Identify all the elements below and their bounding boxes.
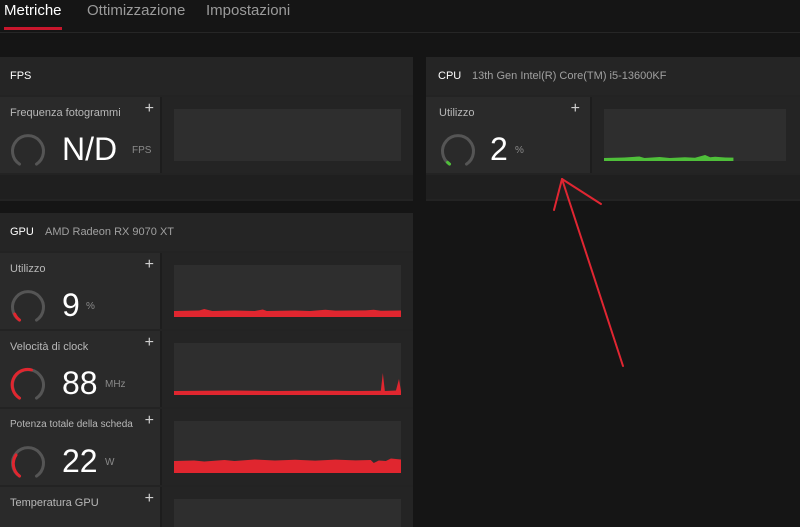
gpu-panel: GPU AMD Radeon RX 9070 XT Utilizzo + 9 %…	[0, 213, 413, 527]
fps-panel-footer	[0, 175, 413, 199]
gauge-icon	[11, 290, 45, 322]
metric-card-gpu-clock: Velocità di clock + 88 MHz	[0, 331, 160, 407]
gpu-panel-title: GPU	[10, 226, 34, 238]
metric-graph-gpu-power	[174, 421, 401, 473]
metric-label: Utilizzo	[439, 107, 475, 119]
tab-metriche[interactable]: Metriche	[4, 2, 62, 19]
cpu-panel-title: CPU	[438, 70, 462, 82]
metric-row-cpu-usage: Utilizzo + 2 %	[426, 97, 800, 173]
tab-impostazioni[interactable]: Impostazioni	[206, 2, 290, 19]
metric-graph-gpu-clock	[174, 343, 401, 395]
metric-unit: MHz	[105, 379, 126, 390]
plus-icon[interactable]: +	[571, 101, 580, 117]
metric-label: Frequenza fotogrammi	[10, 107, 121, 119]
metric-graph-area	[162, 97, 413, 173]
metric-value: 2	[490, 131, 508, 167]
metric-unit: %	[86, 301, 95, 312]
cpu-panel: CPU 13th Gen Intel(R) Core(TM) i5-13600K…	[426, 57, 800, 201]
metric-label: Utilizzo	[10, 263, 46, 275]
plus-icon[interactable]: +	[145, 413, 154, 429]
plus-icon[interactable]: +	[145, 335, 154, 351]
metric-row-gpu-temperature: Temperatura GPU +	[0, 487, 413, 527]
metric-graph-fps	[174, 109, 401, 161]
metric-graph-area	[162, 253, 413, 329]
cpu-model: 13th Gen Intel(R) Core(TM) i5-13600KF	[472, 70, 667, 82]
gpu-usage-sparkline	[174, 309, 401, 317]
metric-label: Potenza totale della scheda	[10, 419, 133, 430]
metric-graph-cpu-usage	[604, 109, 786, 161]
metric-graph-gpu-usage	[174, 265, 401, 317]
metric-graph-area	[592, 97, 800, 173]
gpu-clock-sparkline	[174, 373, 401, 395]
cpu-panel-footer	[426, 175, 800, 199]
gauge-icon	[11, 134, 45, 166]
fps-panel-title: FPS	[10, 70, 32, 82]
gauge-icon	[11, 446, 45, 478]
metric-unit: W	[105, 457, 115, 468]
metric-card-gpu-usage: Utilizzo + 9 %	[0, 253, 160, 329]
gpu-panel-header: GPU AMD Radeon RX 9070 XT	[0, 213, 413, 251]
metric-value: 9	[62, 287, 80, 323]
gauge-icon	[10, 367, 45, 400]
metric-graph-area	[162, 331, 413, 407]
metric-card-gpu-temperature: Temperatura GPU +	[0, 487, 160, 527]
metric-row-fps: Frequenza fotogrammi + N/D FPS	[0, 97, 413, 173]
metric-card-gpu-power: Potenza totale della scheda + 22 W	[0, 409, 160, 485]
cpu-usage-sparkline	[604, 155, 734, 161]
tab-ottimizzazione[interactable]: Ottimizzazione	[87, 2, 185, 19]
plus-icon[interactable]: +	[145, 101, 154, 117]
plus-icon[interactable]: +	[145, 491, 154, 507]
gpu-power-sparkline	[174, 458, 401, 473]
plus-icon[interactable]: +	[145, 257, 154, 273]
cpu-panel-header: CPU 13th Gen Intel(R) Core(TM) i5-13600K…	[426, 57, 800, 95]
metric-row-gpu-power: Potenza totale della scheda + 22 W	[0, 409, 413, 485]
metric-value: 22	[62, 443, 98, 479]
metric-row-gpu-usage: Utilizzo + 9 %	[0, 253, 413, 329]
fps-panel: FPS Frequenza fotogrammi + N/D FPS	[0, 57, 413, 201]
tab-bar: Metriche Ottimizzazione Impostazioni	[0, 0, 800, 33]
metric-unit: FPS	[132, 145, 152, 156]
metric-unit: %	[515, 145, 524, 156]
metric-card-fps: Frequenza fotogrammi + N/D FPS	[0, 97, 160, 173]
active-tab-indicator	[4, 27, 62, 30]
metric-row-gpu-clock: Velocità di clock + 88 MHz	[0, 331, 413, 407]
metric-graph-gpu-temperature	[174, 499, 401, 527]
metric-label: Velocità di clock	[10, 341, 89, 353]
metric-graph-area	[162, 487, 413, 527]
fps-panel-header: FPS	[0, 57, 413, 95]
metric-label: Temperatura GPU	[10, 497, 99, 509]
metric-card-cpu-usage: Utilizzo + 2 %	[426, 97, 590, 173]
gpu-model: AMD Radeon RX 9070 XT	[45, 226, 175, 238]
metric-graph-area	[162, 409, 413, 485]
metric-value: N/D	[62, 131, 118, 167]
metric-value: 88	[62, 365, 98, 401]
gauge-icon	[441, 134, 475, 166]
